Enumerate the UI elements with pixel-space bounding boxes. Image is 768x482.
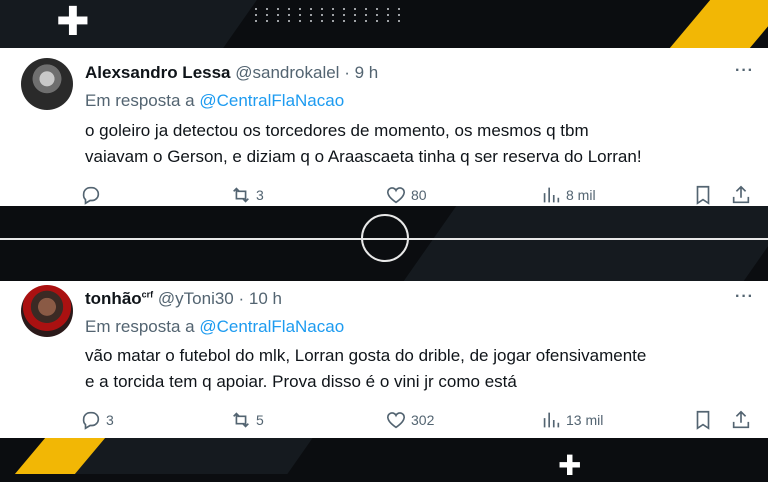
- tweet-text-line: o goleiro ja detectou os torcedores de m…: [85, 121, 589, 140]
- bookmark-button[interactable]: [692, 184, 714, 206]
- reply-button[interactable]: 3: [80, 409, 114, 431]
- retweet-count: 5: [256, 412, 264, 428]
- views-button[interactable]: 8 mil: [540, 184, 596, 206]
- reply-button[interactable]: [80, 184, 106, 206]
- like-button[interactable]: 302: [385, 409, 434, 431]
- separator: ·: [344, 63, 350, 82]
- yellow-accent: [669, 0, 768, 48]
- reply-prefix: Em resposta a: [85, 91, 195, 110]
- views-icon: [543, 412, 560, 428]
- name-badge: crf: [141, 289, 154, 300]
- reply-mention-link[interactable]: @CentralFlaNacao: [199, 317, 344, 336]
- reply-context: Em resposta a @CentralFlaNacao: [85, 91, 344, 111]
- like-count: 80: [411, 187, 427, 203]
- plus-decoration: ✚: [56, 0, 90, 45]
- like-count: 302: [411, 412, 435, 428]
- reply-context: Em resposta a @CentralFlaNacao: [85, 317, 344, 337]
- views-count: 8 mil: [566, 187, 596, 203]
- avatar[interactable]: [21, 58, 73, 110]
- bookmark-button[interactable]: [692, 409, 714, 431]
- tweet-card[interactable]: Alexsandro Lessa @sandrokalel · 9 h ··· …: [0, 48, 768, 206]
- handle[interactable]: @sandrokalel: [235, 63, 339, 82]
- tweet-header: Alexsandro Lessa @sandrokalel · 9 h: [85, 63, 378, 83]
- tweet-text-line: vão matar o futebol do mlk, Lorran gosta…: [85, 346, 647, 365]
- timestamp[interactable]: 9 h: [355, 63, 379, 82]
- retweet-count: 3: [256, 187, 264, 203]
- tweet-header: tonhãocrf @yToni30 · 10 h: [85, 289, 282, 309]
- tweet-text-line: vaiavam o Gerson, e diziam q o Araascaet…: [85, 147, 642, 166]
- more-options-icon[interactable]: ···: [735, 62, 754, 80]
- tweet-actions: 3 80 8 mil: [80, 184, 760, 206]
- reply-icon: [82, 411, 100, 430]
- views-count: 13 mil: [566, 412, 604, 428]
- plus-decoration: ✚: [558, 449, 582, 482]
- reply-icon: [82, 186, 100, 205]
- dots-decoration: [255, 8, 405, 22]
- more-options-icon[interactable]: ···: [735, 288, 754, 306]
- tweet-actions: 3 5 302 13 mil: [80, 409, 760, 431]
- reply-count: 3: [106, 412, 114, 428]
- views-icon: [543, 187, 560, 203]
- reply-mention-link[interactable]: @CentralFlaNacao: [199, 91, 344, 110]
- display-name[interactable]: tonhão: [85, 289, 142, 308]
- share-icon: [732, 185, 750, 204]
- tweet-text-line: e a torcida tem q apoiar. Prova disso é …: [85, 372, 517, 391]
- background-stripe: [403, 206, 768, 281]
- avatar[interactable]: [21, 285, 73, 337]
- reply-prefix: Em resposta a: [85, 317, 195, 336]
- share-button[interactable]: [730, 184, 752, 206]
- handle[interactable]: @yToni30: [158, 289, 234, 308]
- retweet-button[interactable]: 3: [230, 184, 264, 206]
- like-icon: [386, 412, 406, 429]
- like-icon: [386, 187, 406, 204]
- retweet-button[interactable]: 5: [230, 409, 264, 431]
- background-stripe: [0, 0, 257, 48]
- like-button[interactable]: 80: [385, 184, 427, 206]
- tweet-text: o goleiro ja detectou os torcedores de m…: [85, 118, 755, 170]
- tweet-card[interactable]: tonhãocrf @yToni30 · 10 h ··· Em respost…: [0, 281, 768, 438]
- bookmark-icon: [696, 410, 710, 430]
- separator: ·: [238, 289, 245, 308]
- bookmark-icon: [696, 185, 710, 205]
- timestamp[interactable]: 10 h: [249, 289, 282, 308]
- tweet-text: vão matar o futebol do mlk, Lorran gosta…: [85, 343, 755, 395]
- share-button[interactable]: [730, 409, 752, 431]
- share-icon: [732, 410, 750, 429]
- center-circle: [361, 214, 409, 262]
- display-name[interactable]: Alexsandro Lessa: [85, 63, 231, 82]
- retweet-icon: [233, 187, 249, 203]
- views-button[interactable]: 13 mil: [540, 409, 603, 431]
- retweet-icon: [233, 412, 249, 428]
